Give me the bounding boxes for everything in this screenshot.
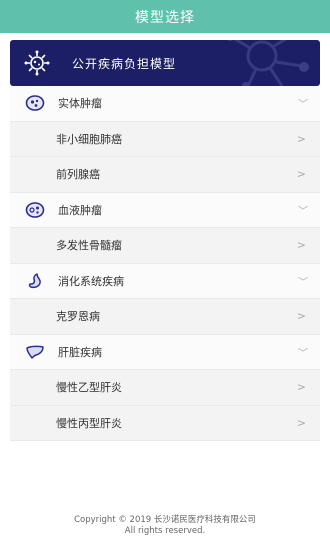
model-item-crohns-disease[interactable]: 克罗恩病 > bbox=[10, 299, 320, 335]
chevron-down-icon: ﹀ bbox=[298, 206, 308, 218]
category-label: 血液肿瘤 bbox=[58, 203, 102, 217]
chevron-down-icon: ﹀ bbox=[298, 99, 308, 111]
model-item-prostate-cancer[interactable]: 前列腺癌 > bbox=[10, 157, 320, 193]
model-category-list: 实体肿瘤 ﹀ 非小细胞肺癌 > 前列腺癌 > 血液肿瘤 ﹀ 多发性骨髓瘤 > 消… bbox=[10, 86, 320, 441]
model-item-label: 前列腺癌 bbox=[56, 168, 100, 182]
cell-icon bbox=[24, 92, 46, 114]
banner-label: 公开疾病负担模型 bbox=[72, 56, 177, 71]
model-item-nsclc[interactable]: 非小细胞肺癌 > bbox=[10, 121, 320, 157]
chevron-down-icon: ﹀ bbox=[298, 277, 308, 289]
network-background-icon bbox=[227, 40, 309, 86]
virus-icon bbox=[24, 50, 50, 76]
blood-cell-icon bbox=[24, 199, 46, 221]
model-item-label: 慢性丙型肝炎 bbox=[56, 416, 122, 430]
chevron-right-icon: > bbox=[296, 309, 306, 323]
rights-text: All rights reserved. bbox=[124, 526, 206, 536]
category-label: 肝脏疾病 bbox=[58, 345, 102, 359]
page-title: 模型选择 bbox=[135, 9, 195, 26]
stomach-icon bbox=[24, 270, 46, 292]
public-burden-model-banner[interactable]: 公开疾病负担模型 bbox=[10, 40, 320, 86]
chevron-right-icon: > bbox=[296, 132, 306, 146]
liver-icon bbox=[24, 341, 46, 363]
model-item-label: 慢性乙型肝炎 bbox=[56, 381, 122, 395]
category-label: 消化系统疾病 bbox=[58, 274, 124, 288]
model-item-chronic-hepatitis-c[interactable]: 慢性丙型肝炎 > bbox=[10, 405, 320, 441]
category-solid-tumor[interactable]: 实体肿瘤 ﹀ bbox=[10, 86, 320, 122]
chevron-down-icon: ﹀ bbox=[298, 348, 308, 360]
footer: Copyright © 2019 长沙诺民医疗科技有限公司 All rights… bbox=[0, 515, 330, 537]
model-item-label: 多发性骨髓瘤 bbox=[56, 239, 122, 253]
category-liver-disease[interactable]: 肝脏疾病 ﹀ bbox=[10, 334, 320, 370]
model-item-multiple-myeloma[interactable]: 多发性骨髓瘤 > bbox=[10, 228, 320, 264]
model-item-chronic-hepatitis-b[interactable]: 慢性乙型肝炎 > bbox=[10, 370, 320, 406]
category-digestive-disease[interactable]: 消化系统疾病 ﹀ bbox=[10, 263, 320, 299]
chevron-right-icon: > bbox=[296, 238, 306, 252]
copyright-text: Copyright © 2019 长沙诺民医疗科技有限公司 bbox=[74, 515, 256, 525]
category-hematologic-tumor[interactable]: 血液肿瘤 ﹀ bbox=[10, 192, 320, 228]
chevron-right-icon: > bbox=[296, 167, 306, 181]
model-item-label: 非小细胞肺癌 bbox=[56, 132, 122, 146]
model-item-label: 克罗恩病 bbox=[56, 310, 100, 324]
chevron-right-icon: > bbox=[296, 380, 306, 394]
chevron-right-icon: > bbox=[296, 416, 306, 430]
category-label: 实体肿瘤 bbox=[58, 97, 102, 111]
title-bar: 模型选择 bbox=[0, 0, 330, 33]
